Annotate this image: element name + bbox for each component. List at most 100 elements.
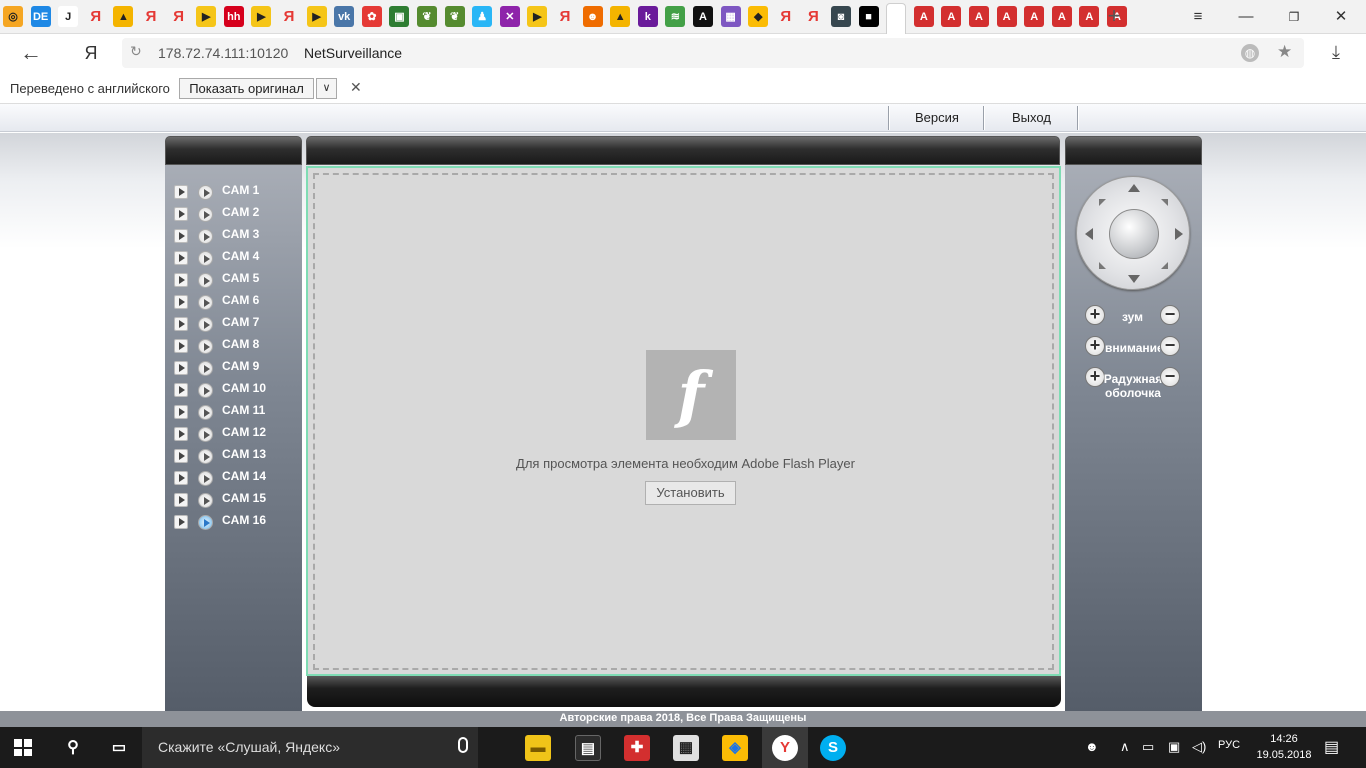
- camera-label[interactable]: CAM 8: [222, 337, 259, 351]
- ptz-joystick[interactable]: [1076, 176, 1190, 290]
- pdf-icon[interactable]: A: [1079, 6, 1100, 27]
- play-icon[interactable]: [174, 295, 188, 309]
- camera-label[interactable]: CAM 6: [222, 293, 259, 307]
- video-icon[interactable]: ◙: [831, 6, 851, 27]
- ptz-down-right-arrow-icon[interactable]: [1161, 262, 1168, 269]
- image-icon[interactable]: ▲: [113, 6, 134, 27]
- zoom-out-button[interactable]: −: [1160, 305, 1180, 325]
- camera-list-item[interactable]: CAM 7: [165, 312, 302, 332]
- play-icon[interactable]: [174, 449, 188, 463]
- hash-icon[interactable]: ≋: [665, 6, 686, 27]
- back-arrow-icon[interactable]: ←: [18, 40, 44, 66]
- gift-icon[interactable]: ✚: [624, 735, 650, 761]
- ptz-up-left-arrow-icon[interactable]: [1099, 199, 1106, 206]
- yandex-logo-icon[interactable]: Я: [80, 41, 102, 65]
- camera-list-item[interactable]: CAM 15: [165, 488, 302, 508]
- skype-icon[interactable]: S: [820, 735, 846, 761]
- focus-plus-button[interactable]: +: [1085, 336, 1105, 356]
- target-icon[interactable]: ◎: [3, 6, 23, 27]
- play-icon[interactable]: [174, 229, 188, 243]
- zoom-in-button[interactable]: +: [1085, 305, 1105, 325]
- yandex-icon[interactable]: Я: [555, 6, 575, 27]
- stream-play-icon[interactable]: [198, 405, 213, 420]
- play-icon[interactable]: [174, 405, 188, 419]
- play-icon[interactable]: [174, 427, 188, 441]
- play-icon[interactable]: ▶: [196, 6, 217, 27]
- de-icon[interactable]: DE: [30, 6, 51, 27]
- focus-minus-button[interactable]: −: [1160, 336, 1180, 356]
- play-icon[interactable]: [174, 383, 188, 397]
- camera-list-item[interactable]: CAM 1: [165, 180, 302, 200]
- stream-play-icon[interactable]: [198, 317, 213, 332]
- leaf-icon[interactable]: ❦: [444, 6, 465, 27]
- microphone-icon[interactable]: [458, 737, 468, 753]
- ptz-down-arrow-icon[interactable]: [1128, 275, 1140, 283]
- hh-icon[interactable]: hh: [223, 6, 244, 27]
- notifications-icon[interactable]: ▤: [1324, 737, 1339, 757]
- k-icon[interactable]: k: [637, 6, 658, 27]
- pdf-icon[interactable]: A: [913, 6, 934, 27]
- stream-play-icon[interactable]: [198, 295, 213, 310]
- play-icon[interactable]: [174, 493, 188, 507]
- stream-play-icon[interactable]: [198, 383, 213, 398]
- task-view-icon[interactable]: ▭: [106, 735, 132, 761]
- stream-play-icon[interactable]: [198, 361, 213, 376]
- camera-list-item[interactable]: CAM 9: [165, 356, 302, 376]
- stream-play-icon[interactable]: [198, 493, 213, 508]
- cross-icon[interactable]: ✕: [499, 6, 520, 27]
- store-icon[interactable]: ▤: [575, 735, 601, 761]
- ptz-down-left-arrow-icon[interactable]: [1099, 262, 1106, 269]
- chevron-up-icon[interactable]: ∧: [1120, 739, 1130, 755]
- file-explorer-icon[interactable]: ▬: [525, 735, 551, 761]
- volume-icon[interactable]: ◁): [1192, 739, 1206, 755]
- install-flash-button[interactable]: Установить: [645, 481, 736, 505]
- play-icon[interactable]: ▶: [527, 6, 548, 27]
- url-field[interactable]: ↻ 178.72.74.111:10120 NetSurveillance ◍ …: [122, 38, 1304, 68]
- image-icon[interactable]: ▲: [610, 6, 631, 27]
- pdf-icon[interactable]: A: [1024, 6, 1045, 27]
- play-icon[interactable]: [174, 361, 188, 375]
- camera-label[interactable]: CAM 4: [222, 249, 259, 263]
- camera-list-item[interactable]: CAM 11: [165, 400, 302, 420]
- camera-label[interactable]: CAM 12: [222, 425, 266, 439]
- camera-list-item[interactable]: CAM 14: [165, 466, 302, 486]
- stream-play-icon[interactable]: [198, 251, 213, 266]
- leaf-icon[interactable]: ❦: [417, 6, 437, 27]
- pdf-icon[interactable]: A: [1051, 6, 1072, 27]
- photo-icon[interactable]: ▦: [720, 6, 741, 27]
- camera-list-item[interactable]: CAM 12: [165, 422, 302, 442]
- fox-icon[interactable]: ☻: [582, 6, 603, 27]
- stream-play-icon[interactable]: [198, 515, 213, 530]
- camera-label[interactable]: CAM 1: [222, 183, 259, 197]
- camera-icon[interactable]: ■: [858, 6, 879, 27]
- voice-search-box[interactable]: Скажите «Слушай, Яндекс»: [142, 727, 478, 768]
- play-icon[interactable]: ▶: [306, 6, 327, 27]
- camera-list-item[interactable]: CAM 5: [165, 268, 302, 288]
- logout-link[interactable]: Выход: [1012, 110, 1051, 125]
- play-icon[interactable]: [174, 515, 188, 529]
- camera-label[interactable]: CAM 15: [222, 491, 266, 505]
- ptz-up-arrow-icon[interactable]: [1128, 184, 1140, 192]
- camera-list-item[interactable]: CAM 16: [165, 510, 302, 530]
- yandex-icon[interactable]: Я: [141, 6, 161, 27]
- drive-icon[interactable]: ◆: [748, 6, 769, 27]
- page-title[interactable]: NetSurveillance: [304, 45, 402, 61]
- play-icon[interactable]: ▶: [251, 6, 272, 27]
- camera-list-item[interactable]: CAM 8: [165, 334, 302, 354]
- camera-list-item[interactable]: CAM 3: [165, 224, 302, 244]
- close-icon[interactable]: ✕: [350, 79, 362, 96]
- camera-list-item[interactable]: CAM 6: [165, 290, 302, 310]
- clock[interactable]: 14:26 19.05.2018: [1254, 731, 1314, 763]
- language-indicator[interactable]: РУС: [1218, 739, 1240, 751]
- camera-label[interactable]: CAM 2: [222, 205, 259, 219]
- chevron-down-icon[interactable]: ∨: [316, 78, 337, 99]
- close-window-icon[interactable]: ✕: [1326, 6, 1356, 28]
- voice-search-placeholder[interactable]: Скажите «Слушай, Яндекс»: [158, 739, 340, 755]
- a-icon[interactable]: A: [693, 6, 713, 27]
- download-icon[interactable]: ⤓: [1332, 42, 1340, 63]
- camera-label[interactable]: CAM 5: [222, 271, 259, 285]
- iris-minus-button[interactable]: −: [1160, 367, 1180, 387]
- battery-icon[interactable]: ▭: [1142, 739, 1154, 755]
- pdf-icon[interactable]: A: [996, 6, 1017, 27]
- windows-start-icon[interactable]: [14, 739, 32, 756]
